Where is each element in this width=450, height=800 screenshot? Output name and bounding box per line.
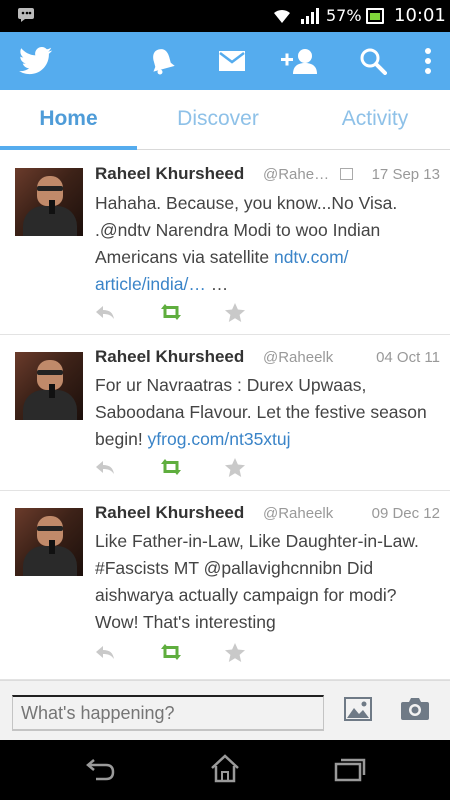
status-bar: 57% 10:01 (0, 0, 450, 32)
tweet[interactable]: Raheel Khursheed @Rahe… 17 Sep 13 Hahaha… (0, 150, 450, 335)
tweet-date: 17 Sep 13 (371, 166, 440, 183)
tweet-author-name[interactable]: Raheel Khursheed (95, 164, 244, 183)
tweet-author-name[interactable]: Raheel Khursheed (95, 347, 244, 366)
tweet-text: Like Father-in-Law, Like Daughter-in-Law… (95, 528, 440, 636)
action-bar (0, 32, 450, 90)
favorite-star-icon[interactable] (225, 643, 245, 662)
battery-icon (366, 8, 384, 24)
signal-icon (301, 8, 319, 24)
tab-discover[interactable]: Discover (143, 90, 293, 150)
battery-percent: 57% (326, 6, 362, 25)
tweet-author-handle: @Raheelk (263, 349, 334, 366)
messages-envelope-icon[interactable] (214, 32, 250, 90)
tweet-header: Raheel Khursheed @Rahe… 17 Sep 13 (95, 164, 440, 188)
photo-icon[interactable] (344, 697, 372, 721)
favorite-star-icon[interactable] (225, 303, 245, 322)
system-nav-bar (0, 740, 450, 800)
tab-home[interactable]: Home (0, 90, 137, 150)
camera-icon[interactable] (400, 697, 430, 721)
notifications-bell-icon[interactable] (144, 32, 180, 90)
add-user-icon[interactable] (280, 32, 320, 90)
tweet-text-part: Like Father-in-Law, Like Daughter-in-Law… (95, 531, 419, 632)
tweet-text: For ur Navraatras : Durex Upwaas, Sabood… (95, 372, 440, 453)
avatar[interactable] (15, 168, 83, 236)
retweet-icon[interactable] (159, 643, 183, 661)
reply-icon[interactable] (95, 643, 115, 661)
retweet-icon[interactable] (159, 458, 183, 476)
tweet[interactable]: Raheel Khursheed @Raheelk 09 Dec 12 Like… (0, 491, 450, 680)
tweet-actions (95, 303, 295, 325)
wifi-icon (274, 9, 290, 23)
tweet-text-part: Hahaha. Because, you know...No Visa. .@n… (95, 193, 398, 267)
compose-bar (0, 680, 450, 740)
tweet-text: Hahaha. Because, you know...No Visa. .@n… (95, 190, 440, 298)
photo-attached-icon (340, 168, 353, 180)
app-root: 57% 10:01 Home Discover Activity Raheel … (0, 0, 450, 800)
tweet-author-name[interactable]: Raheel Khursheed (95, 503, 244, 522)
home-icon[interactable] (210, 754, 240, 784)
avatar[interactable] (15, 508, 83, 576)
tweet-author-handle: @Raheelk (263, 505, 334, 522)
tweet[interactable]: Raheel Khursheed @Raheelk 04 Oct 11 For … (0, 335, 450, 491)
timeline[interactable]: Raheel Khursheed @Rahe… 17 Sep 13 Hahaha… (0, 150, 450, 680)
reply-icon[interactable] (95, 458, 115, 476)
retweet-icon[interactable] (159, 303, 183, 321)
tab-bar: Home Discover Activity (0, 90, 450, 150)
tweet-date: 09 Dec 12 (371, 505, 440, 522)
tweet-text-part: … (205, 274, 229, 294)
tweet-actions (95, 458, 295, 480)
clock: 10:01 (394, 5, 446, 26)
overflow-menu-icon[interactable] (418, 32, 438, 90)
tweet-link[interactable]: yfrog.com/nt35xtuj (148, 429, 291, 449)
tweet-date: 04 Oct 11 (376, 349, 440, 366)
recent-apps-icon[interactable] (334, 754, 366, 784)
back-icon[interactable] (86, 754, 116, 784)
battery-fill (370, 13, 380, 20)
tab-activity[interactable]: Activity (300, 90, 450, 150)
tweet-header: Raheel Khursheed @Raheelk 09 Dec 12 (95, 503, 440, 527)
twitter-bird-icon[interactable] (14, 32, 58, 90)
tweet-header: Raheel Khursheed @Raheelk 04 Oct 11 (95, 347, 440, 371)
reply-icon[interactable] (95, 303, 115, 321)
favorite-star-icon[interactable] (225, 458, 245, 477)
tweet-author-handle: @Rahe… (263, 166, 330, 183)
compose-tweet-input[interactable] (12, 695, 324, 731)
search-icon[interactable] (356, 32, 390, 90)
tweet-actions (95, 643, 295, 665)
avatar[interactable] (15, 352, 83, 420)
bbm-icon (18, 8, 34, 22)
